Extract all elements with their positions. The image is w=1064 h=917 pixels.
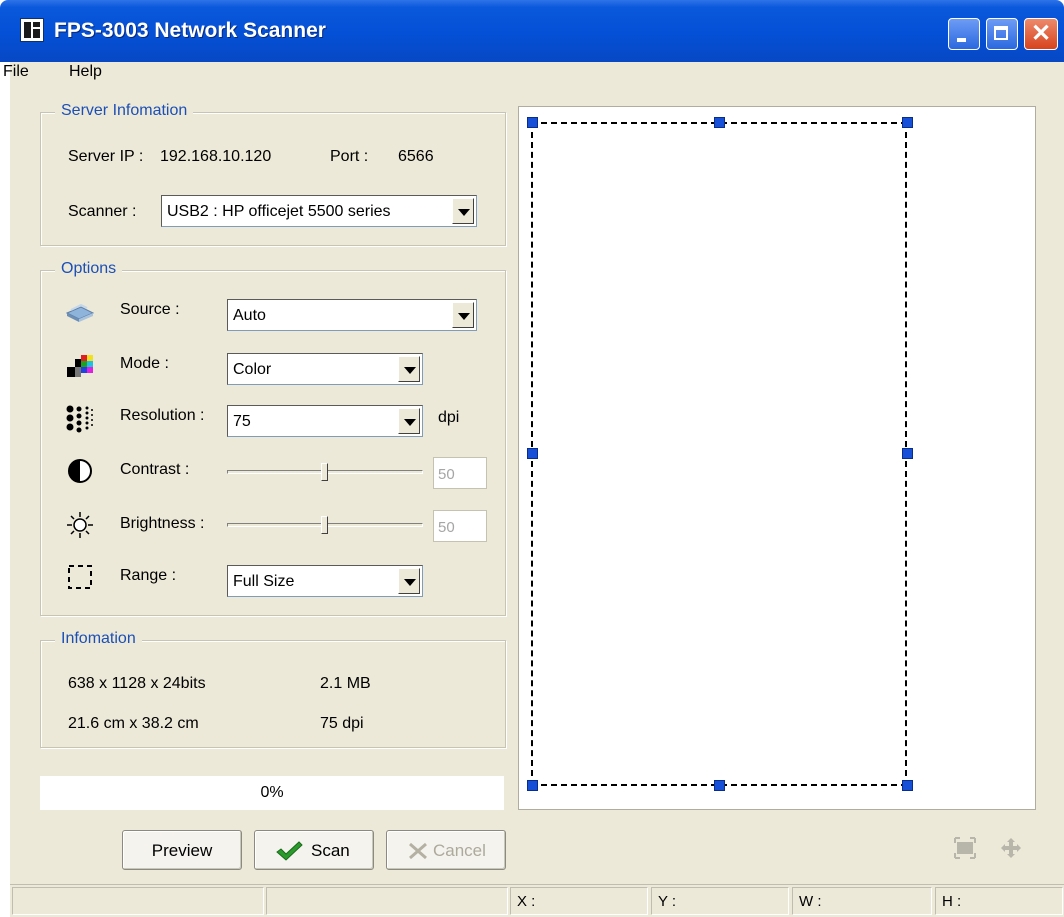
chevron-down-icon[interactable] — [398, 568, 420, 594]
status-cell-1 — [12, 887, 264, 915]
resize-handle-top[interactable] — [714, 117, 725, 128]
close-icon: ✕ — [1030, 20, 1052, 47]
contrast-label: Contrast : — [120, 461, 190, 478]
brightness-label: Brightness : — [120, 515, 205, 532]
port-label: Port : — [330, 148, 369, 165]
resize-handle-bottom[interactable] — [714, 780, 725, 791]
info-group: Infomation 638 x 1128 x 24bits 2.1 MB 21… — [40, 630, 506, 748]
window-left-edge — [0, 62, 10, 916]
scanner-label: Scanner : — [68, 203, 137, 220]
contrast-icon — [68, 459, 92, 483]
dots-icon — [66, 405, 93, 433]
resize-handle-left[interactable] — [527, 448, 538, 459]
cancel-button-label: Cancel — [433, 841, 486, 860]
port-value: 6566 — [398, 148, 434, 165]
contrast-value-field[interactable]: 50 — [433, 457, 487, 489]
mode-label: Mode : — [120, 355, 169, 372]
source-select-value: Auto — [233, 307, 266, 324]
mode-select[interactable]: Color — [227, 353, 423, 385]
source-select[interactable]: Auto — [227, 299, 477, 331]
main-window: File Help Server Infomation Server IP : … — [3, 62, 1064, 917]
range-select-value: Full Size — [233, 573, 295, 590]
preview-button[interactable]: Preview — [122, 830, 242, 870]
server-info-group: Server Infomation Server IP : 192.168.10… — [40, 102, 506, 246]
range-select[interactable]: Full Size — [227, 565, 423, 597]
move-icon[interactable] — [1000, 837, 1022, 859]
close-button[interactable]: ✕ — [1024, 18, 1058, 50]
fit-icon[interactable] — [954, 837, 976, 859]
info-dpi: 75 dpi — [320, 715, 364, 732]
brightness-slider-thumb[interactable] — [321, 516, 328, 534]
server-ip-label: Server IP : — [68, 148, 144, 165]
contrast-slider-thumb[interactable] — [321, 463, 328, 481]
resize-handle-top-right[interactable] — [902, 117, 913, 128]
info-legend: Infomation — [55, 630, 142, 648]
selection-rectangle[interactable] — [531, 122, 907, 786]
resolution-select[interactable]: 75 — [227, 405, 423, 437]
range-label: Range : — [120, 567, 177, 584]
options-legend: Options — [55, 260, 123, 278]
title-bar[interactable]: FPS-3003 Network Scanner ✕ — [0, 0, 1064, 62]
server-ip-value: 192.168.10.120 — [160, 148, 272, 165]
server-info-legend: Server Infomation — [55, 102, 194, 120]
chevron-down-icon[interactable] — [452, 302, 474, 328]
scanner-icon — [65, 303, 95, 322]
range-icon — [68, 565, 92, 589]
progress-bar: 0% — [40, 776, 504, 810]
status-bar: X : Y : W : H : — [10, 884, 1064, 917]
info-size: 2.1 MB — [320, 675, 371, 692]
maximize-button[interactable] — [986, 18, 1018, 50]
chevron-down-icon[interactable] — [398, 408, 420, 434]
brightness-value-field[interactable]: 50 — [433, 510, 487, 542]
status-y: Y : — [651, 887, 789, 915]
resolution-select-value: 75 — [233, 413, 251, 430]
sun-icon — [67, 512, 93, 538]
scan-button[interactable]: Scan — [254, 830, 374, 870]
checkmark-icon — [276, 841, 303, 861]
resize-handle-bottom-left[interactable] — [527, 780, 538, 791]
scanner-select-value: USB2 : HP officejet 5500 series — [167, 203, 391, 220]
info-dimensions: 21.6 cm x 38.2 cm — [68, 715, 199, 732]
x-icon — [409, 842, 427, 860]
status-cell-2 — [266, 887, 508, 915]
app-icon — [20, 18, 44, 42]
menu-help[interactable]: Help — [69, 63, 102, 81]
info-pixels: 638 x 1128 x 24bits — [68, 675, 206, 692]
resize-handle-top-left[interactable] — [527, 117, 538, 128]
status-w-label: W : — [799, 893, 822, 910]
resolution-label: Resolution : — [120, 407, 205, 424]
progress-text: 0% — [260, 784, 284, 801]
scan-button-label: Scan — [311, 841, 350, 860]
status-x-label: X : — [517, 893, 536, 910]
chevron-down-icon[interactable] — [398, 356, 420, 382]
mode-select-value: Color — [233, 361, 272, 378]
resolution-unit: dpi — [438, 409, 460, 426]
cancel-button[interactable]: Cancel — [386, 830, 506, 870]
minimize-button[interactable] — [948, 18, 980, 50]
status-h-label: H : — [942, 893, 962, 910]
preview-area[interactable] — [518, 106, 1036, 810]
status-y-label: Y : — [658, 893, 677, 910]
options-group: Options Source : Auto Mode : Color Resol… — [40, 260, 506, 616]
scanner-select[interactable]: USB2 : HP officejet 5500 series — [161, 195, 477, 227]
resize-handle-right[interactable] — [902, 448, 913, 459]
status-x: X : — [510, 887, 648, 915]
status-w: W : — [792, 887, 932, 915]
resize-handle-bottom-right[interactable] — [902, 780, 913, 791]
preview-button-label: Preview — [151, 841, 213, 860]
source-label: Source : — [120, 301, 180, 318]
window-title: FPS-3003 Network Scanner — [54, 19, 326, 42]
menu-file[interactable]: File — [3, 63, 29, 81]
chevron-down-icon[interactable] — [452, 198, 474, 224]
status-h: H : — [935, 887, 1063, 915]
color-mode-icon — [67, 355, 93, 377]
